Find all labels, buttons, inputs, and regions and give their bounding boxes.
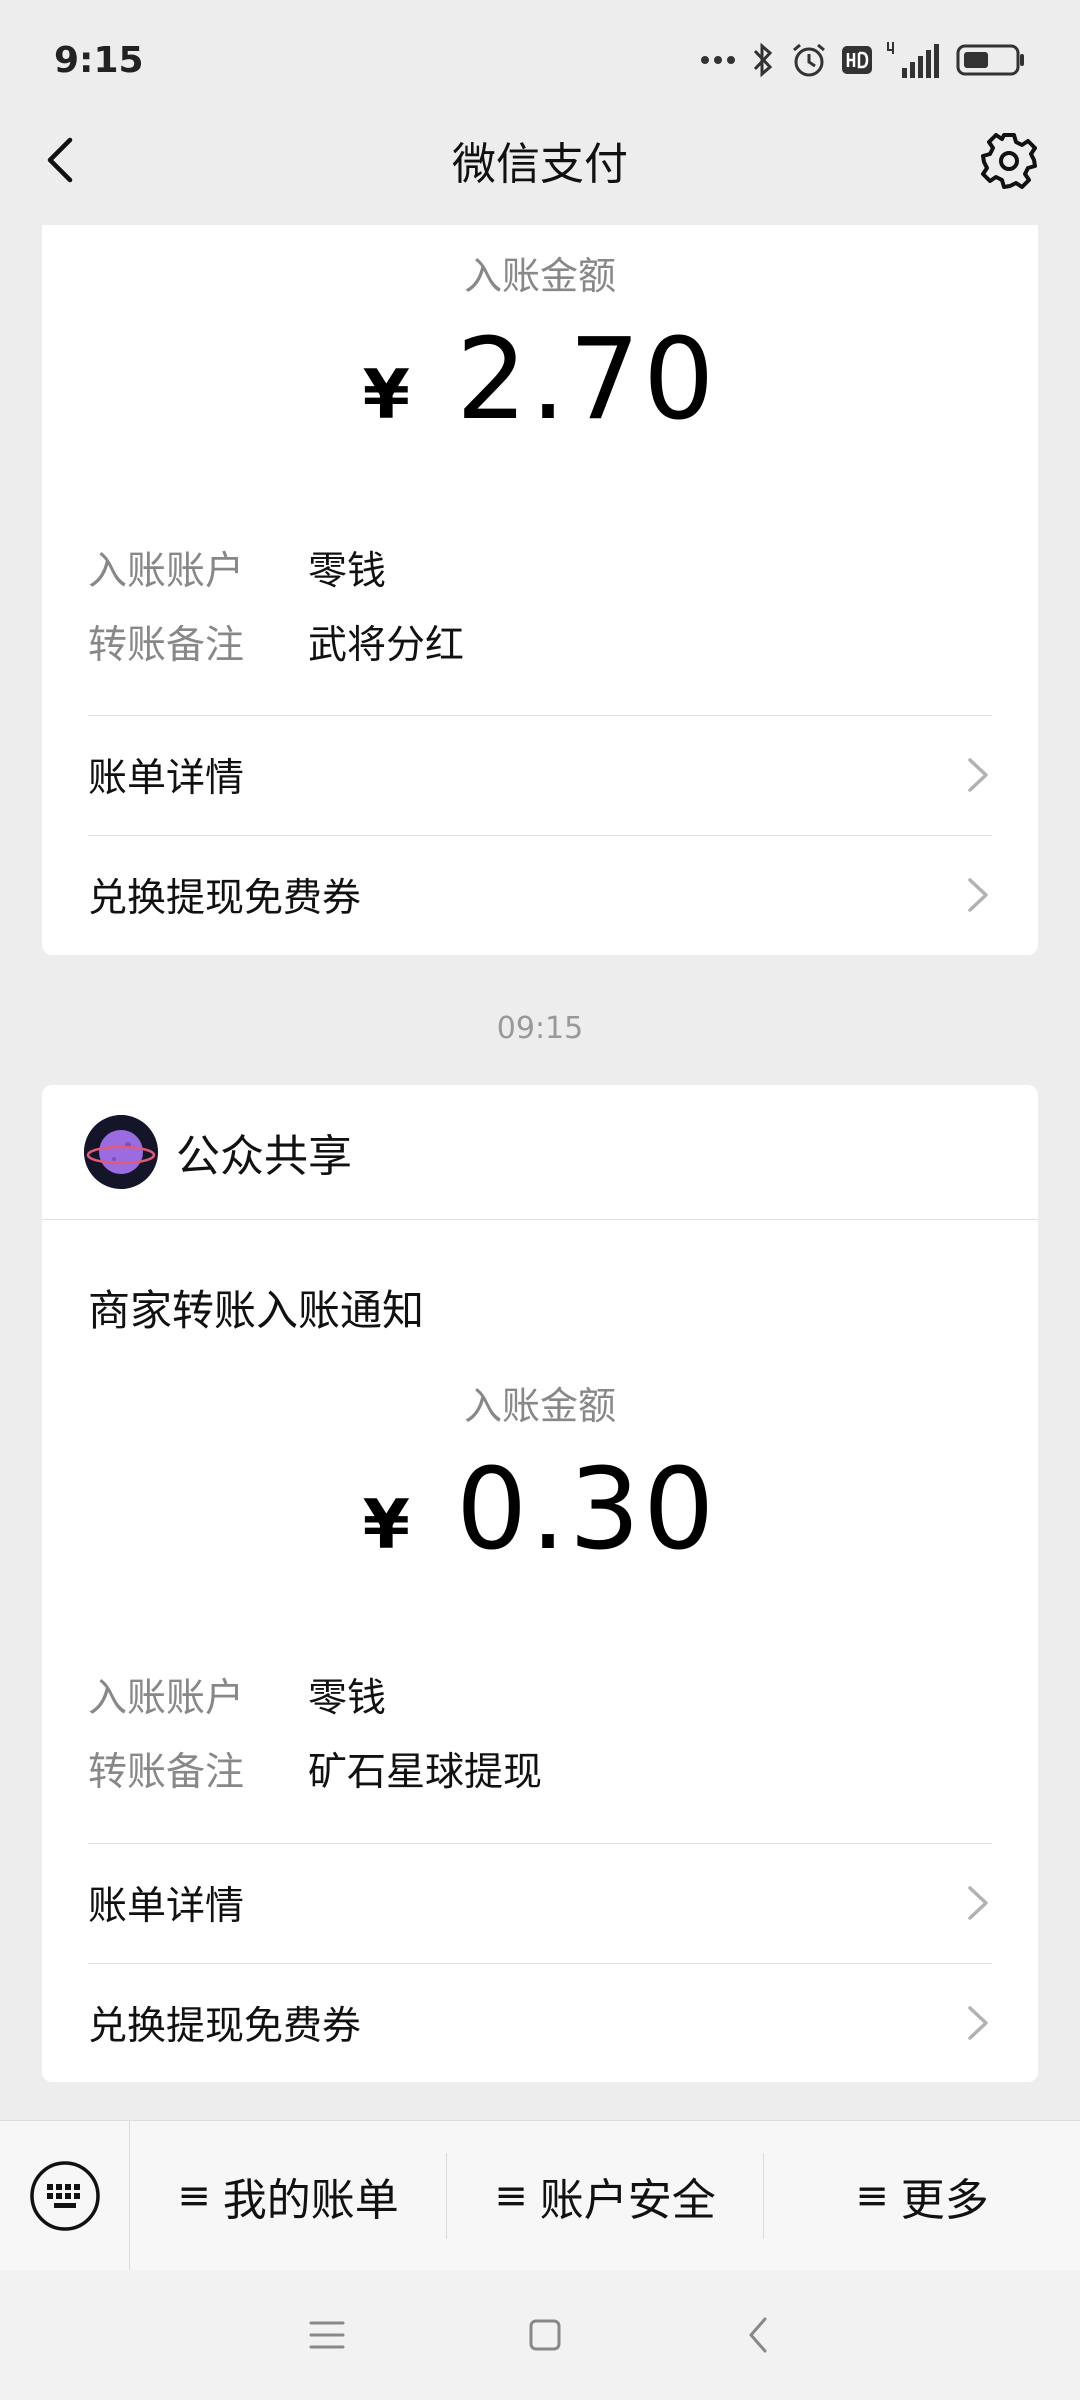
remark-row: 转账备注 矿石星球提现 [88, 1741, 542, 1797]
remark-row: 转账备注 武将分红 [88, 614, 464, 670]
amount-label: 入账金额 [463, 1384, 616, 1428]
publisher-header[interactable]: 公众共享 [42, 1085, 1038, 1219]
amount-value: 0.30 [455, 1445, 718, 1575]
back-arrow-icon[interactable] [34, 132, 90, 188]
account-value: 零钱 [308, 1676, 387, 1721]
chevron-right-icon [968, 1886, 988, 1920]
menu-list-icon: ≡ [494, 2172, 528, 2219]
amount-label: 入账金额 [463, 254, 616, 298]
amount-row: ¥ 2.70 [42, 315, 1038, 445]
remark-key: 转账备注 [88, 623, 245, 668]
coupon-label: 兑换提现免费券 [88, 2004, 362, 2049]
divider [42, 1219, 1038, 1220]
chevron-right-icon [968, 758, 988, 792]
system-nav-bar [0, 2270, 1080, 2400]
chevron-right-icon [968, 878, 988, 912]
account-value: 零钱 [308, 549, 387, 594]
account-key: 入账账户 [88, 1676, 245, 1721]
bill-detail-link[interactable]: 账单详情 [88, 716, 992, 834]
currency-symbol: ¥ [362, 1486, 410, 1565]
account-row: 入账账户 零钱 [88, 1667, 386, 1723]
bill-detail-label: 账单详情 [88, 1884, 245, 1929]
keyboard-icon [29, 2160, 100, 2231]
menu-label: 账户安全 [539, 2174, 716, 2226]
planet-icon [84, 1115, 158, 1189]
nav-bar: 微信支付 [0, 110, 1080, 210]
chevron-right-icon [968, 2006, 988, 2040]
remark-value: 武将分红 [308, 623, 465, 668]
more-dots-icon [701, 56, 735, 64]
remark-key: 转账备注 [88, 1750, 245, 1795]
bottom-menu: ≡ 我的账单 ≡ 账户安全 ≡ 更多 [0, 2120, 1080, 2271]
status-icons [700, 40, 1026, 80]
currency-symbol: ¥ [362, 356, 410, 435]
hd-icon [842, 46, 872, 74]
menu-label: 更多 [900, 2174, 989, 2226]
coupon-label: 兑换提现免费券 [88, 876, 362, 921]
notice-title: 商家转账入账通知 [88, 1286, 425, 1335]
settings-gear-icon[interactable] [978, 130, 1040, 192]
keyboard-toggle-button[interactable] [0, 2120, 130, 2271]
transfer-card-1: 入账金额 ¥ 2.70 入账账户 零钱 转账备注 武将分红 账单详情 兑换提现免… [42, 225, 1038, 955]
status-bar: 9:15 [0, 0, 1080, 120]
alarm-icon [793, 43, 825, 77]
back-chevron-icon[interactable] [743, 2315, 773, 2355]
message-timestamp: 09:15 [496, 1011, 584, 1046]
publisher-avatar [84, 1115, 158, 1189]
message-list[interactable]: 入账金额 ¥ 2.70 入账账户 零钱 转账备注 武将分红 账单详情 兑换提现免… [0, 225, 1080, 2120]
menu-my-bills[interactable]: ≡ 我的账单 [130, 2152, 447, 2239]
coupon-link[interactable]: 兑换提现免费券 [88, 836, 992, 954]
account-key: 入账账户 [88, 549, 245, 594]
menu-label: 我的账单 [222, 2174, 399, 2226]
status-time: 9:15 [54, 39, 144, 81]
menu-account-security[interactable]: ≡ 账户安全 [447, 2152, 764, 2239]
amount-row: ¥ 0.30 [42, 1445, 1038, 1575]
coupon-link[interactable]: 兑换提现免费券 [88, 1964, 992, 2082]
bill-detail-link[interactable]: 账单详情 [88, 1844, 992, 1962]
publisher-name: 公众共享 [176, 1131, 352, 1182]
transfer-card-2[interactable]: 公众共享 商家转账入账通知 入账金额 ¥ 0.30 入账账户 零钱 转账备注 矿… [42, 1085, 1038, 2082]
amount-value: 2.70 [455, 315, 718, 445]
home-square-icon[interactable] [527, 2317, 563, 2353]
bill-detail-label: 账单详情 [88, 756, 245, 801]
account-row: 入账账户 零钱 [88, 540, 386, 596]
remark-value: 矿石星球提现 [308, 1750, 543, 1795]
battery-icon [956, 44, 1024, 76]
page-title: 微信支付 [452, 139, 628, 190]
signal-4g-icon [887, 42, 939, 78]
menu-lines-icon[interactable] [307, 2317, 347, 2353]
menu-more[interactable]: ≡ 更多 [764, 2153, 1080, 2239]
bluetooth-icon [753, 42, 773, 78]
menu-list-icon: ≡ [855, 2172, 889, 2219]
menu-list-icon: ≡ [177, 2172, 211, 2219]
